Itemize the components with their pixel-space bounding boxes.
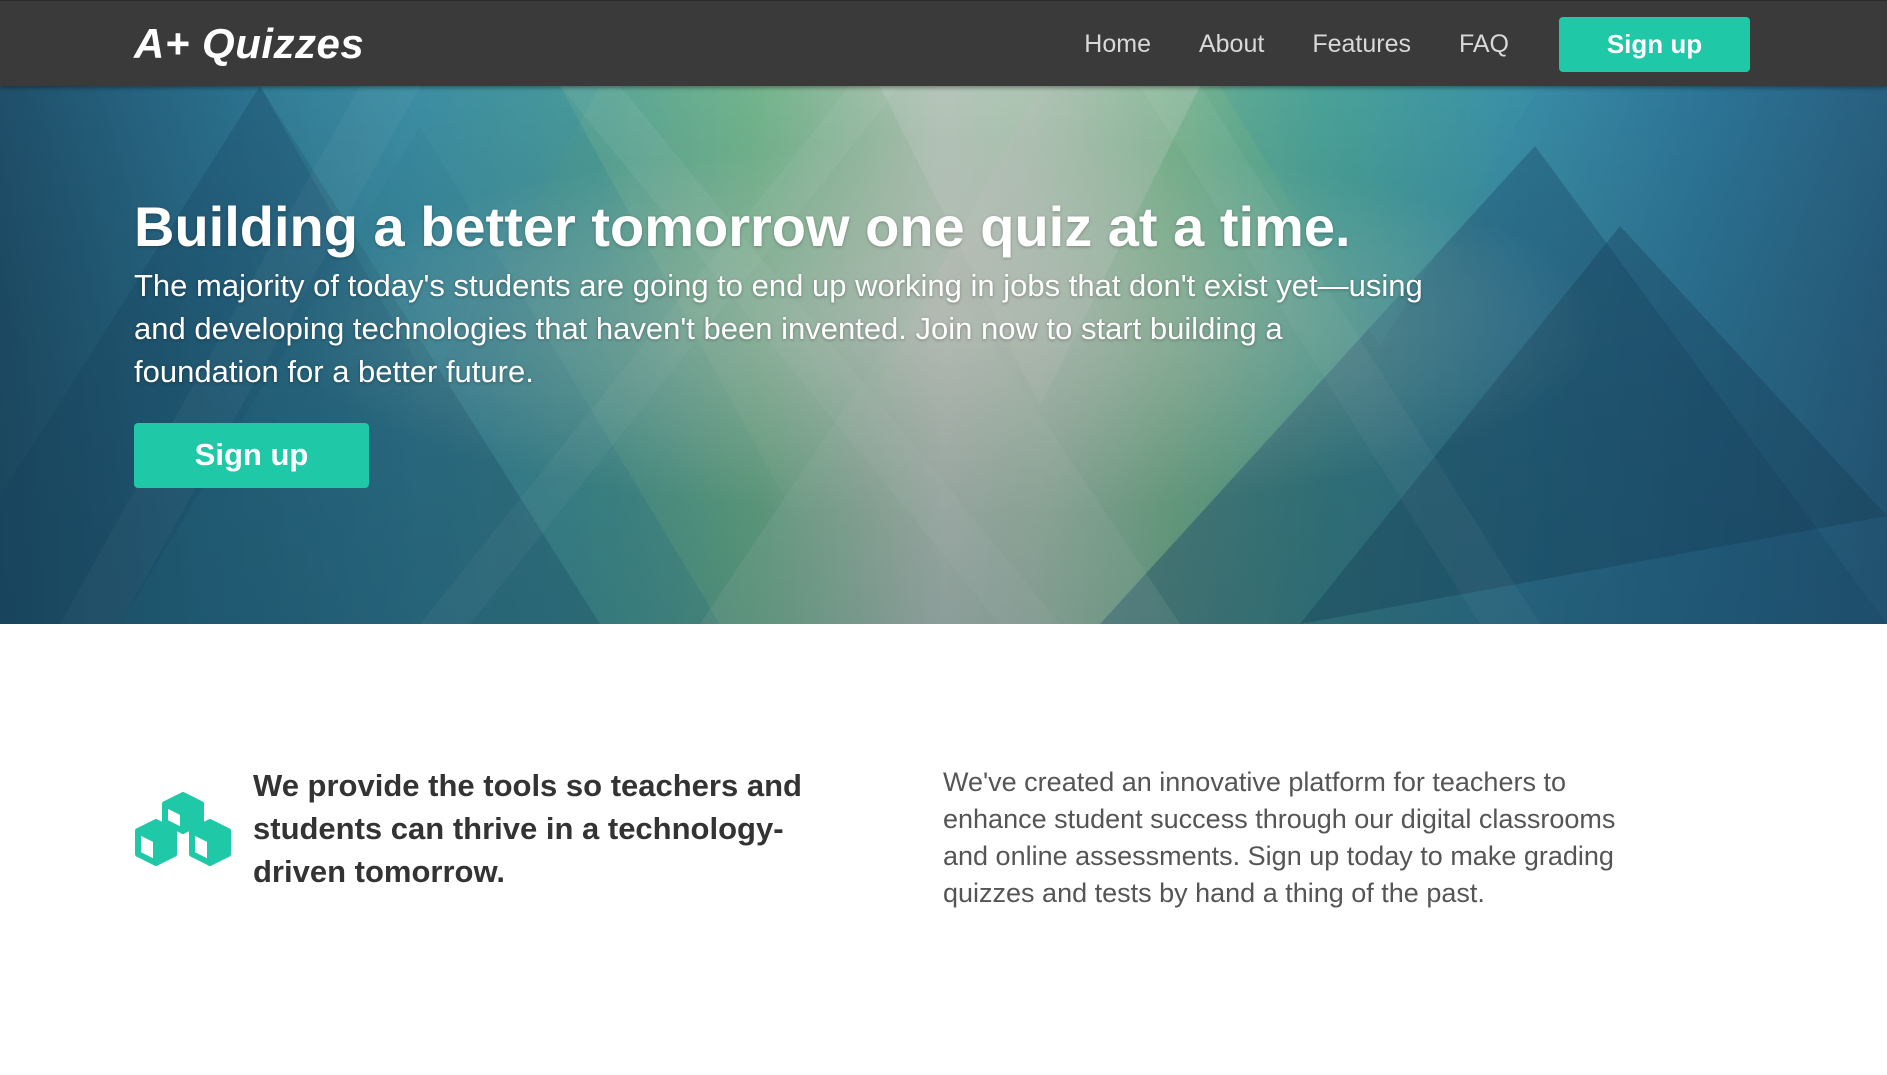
hero-banner: Building a better tomorrow one quiz at a… xyxy=(0,86,1887,624)
cubes-icon xyxy=(135,792,231,866)
brand-logo[interactable]: A+ Quizzes xyxy=(134,23,364,65)
feature-section: We provide the tools so teachers and stu… xyxy=(0,624,1887,1075)
main-nav: Home About Features FAQ Sign up xyxy=(1084,1,1887,87)
hero-description: The majority of today's students are goi… xyxy=(134,267,1423,389)
hero-signup-button[interactable]: Sign up xyxy=(134,422,369,488)
nav-link-about[interactable]: About xyxy=(1199,31,1264,57)
top-navbar: A+ Quizzes Home About Features FAQ Sign … xyxy=(0,0,1887,86)
nav-link-home[interactable]: Home xyxy=(1084,31,1151,57)
nav-link-features[interactable]: Features xyxy=(1312,31,1411,57)
hero-title: Building a better tomorrow one quiz at a… xyxy=(134,195,1351,258)
hero-content: Building a better tomorrow one quiz at a… xyxy=(134,196,1454,488)
nav-signup-button[interactable]: Sign up xyxy=(1559,16,1750,72)
nav-link-faq[interactable]: FAQ xyxy=(1459,31,1509,57)
feature-description: We've created an innovative platform for… xyxy=(943,767,1616,908)
feature-heading: We provide the tools so teachers and stu… xyxy=(253,768,802,889)
